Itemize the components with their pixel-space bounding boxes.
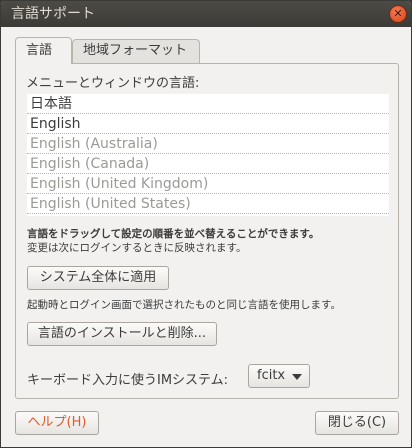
- language-list[interactable]: 日本語 English English (Australia) English …: [27, 94, 389, 216]
- apply-system-wide-button[interactable]: システム全体に適用: [27, 266, 169, 290]
- window-close-button[interactable]: ✕: [389, 5, 407, 23]
- drag-hint: 言語をドラッグして設定の順番を並べ替えることができます。: [27, 228, 320, 240]
- tab-regional-formats[interactable]: 地域フォーマット: [72, 39, 200, 63]
- language-item-english-canada[interactable]: English (Canada): [27, 154, 389, 174]
- im-system-value: fcitx: [257, 368, 286, 383]
- language-item-english[interactable]: English: [27, 114, 389, 134]
- tab-language[interactable]: 言語: [15, 37, 72, 64]
- apply-system-wide-description: 起動時とログイン画面で選択されたものと同じ言語を使用します。: [27, 299, 341, 311]
- language-support-window: 言語サポート ✕ 言語 地域フォーマット メニューとウィンドウの言語: 日本語 …: [0, 0, 412, 448]
- language-item-english-australia[interactable]: English (Australia): [27, 134, 389, 154]
- language-tab-panel: メニューとウィンドウの言語: 日本語 English English (Aust…: [15, 63, 399, 399]
- close-button[interactable]: 閉じる(C): [315, 411, 399, 435]
- install-remove-languages-button[interactable]: 言語のインストールと削除...: [27, 322, 217, 346]
- help-button[interactable]: ヘルプ(H): [15, 411, 99, 435]
- im-system-select[interactable]: fcitx: [248, 364, 310, 388]
- language-item-english-uk[interactable]: English (United Kingdom): [27, 174, 389, 194]
- language-item-japanese[interactable]: 日本語: [27, 94, 389, 114]
- relogin-hint: 変更は次にログインするときに反映されます。: [27, 242, 247, 254]
- close-icon: ✕: [393, 7, 403, 20]
- title-bar: 言語サポート ✕: [1, 1, 411, 27]
- window-title: 言語サポート: [11, 6, 95, 22]
- language-list-label: メニューとウィンドウの言語:: [26, 76, 200, 91]
- language-item-english-us[interactable]: English (United States): [27, 194, 389, 214]
- im-system-label: キーボード入力に使うIMシステム:: [27, 373, 229, 388]
- chevron-down-icon: [292, 374, 302, 380]
